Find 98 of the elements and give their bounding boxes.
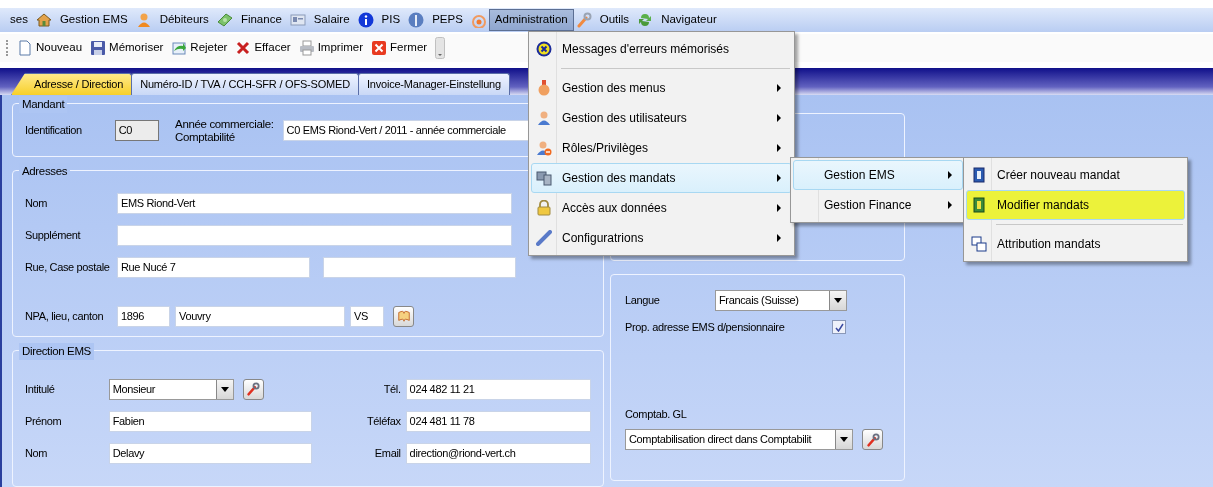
document-icon — [17, 40, 33, 56]
field-label: Identification — [25, 123, 83, 139]
input-field[interactable]: 024 482 11 21 — [405, 378, 591, 400]
toolbar-button[interactable]: Imprimer — [298, 39, 364, 57]
menu-item[interactable]: Gestion EMS — [793, 160, 963, 190]
field-label: Rue, Case postale — [25, 260, 111, 276]
toolbar-button[interactable]: Rejeter — [171, 39, 228, 57]
document-icon — [971, 197, 987, 213]
medal-icon — [536, 80, 552, 96]
wrench-icon — [865, 432, 880, 447]
money-icon — [216, 12, 233, 28]
field-label: Comptab. GL — [625, 406, 688, 422]
person-icon — [135, 12, 152, 28]
dropdown[interactable]: Francais (Suisse) — [715, 290, 847, 311]
menu-item[interactable]: Messages d'erreurs mémorisés — [531, 34, 792, 64]
printer-icon — [298, 40, 315, 56]
settings-button[interactable] — [862, 429, 883, 450]
house-icon — [35, 12, 52, 28]
plug-icon — [536, 230, 552, 246]
toolbar-button[interactable]: Nouveau — [17, 39, 83, 57]
menu-item[interactable]: Gestion Finance — [793, 190, 963, 220]
person-icon — [536, 140, 552, 156]
wrench-icon — [246, 382, 261, 397]
undo-icon — [171, 40, 188, 56]
tab[interactable]: Adresse / Direction — [11, 73, 133, 95]
tab[interactable]: Invoice-Manager-Einstellung — [357, 73, 510, 95]
signal-icon — [470, 12, 487, 28]
computer-icon — [536, 170, 552, 186]
wrench-icon — [575, 12, 592, 28]
input-field[interactable]: Vouvry — [175, 305, 345, 327]
input-field[interactable]: Fabien — [108, 410, 312, 432]
refresh-icon — [637, 12, 654, 28]
menu-item[interactable]: PIS — [375, 9, 407, 31]
menu-item[interactable]: Créer nouveau mandat — [966, 160, 1185, 190]
card-icon — [289, 12, 306, 28]
document-icon — [971, 167, 987, 183]
input-field[interactable] — [117, 224, 512, 246]
menu-item[interactable]: PEPS — [426, 9, 469, 31]
menu-item[interactable]: Finance — [234, 9, 288, 31]
input-field[interactable]: Rue Nucé 7 — [117, 256, 310, 278]
menu-item[interactable]: Débiteurs — [153, 9, 215, 31]
menu-item[interactable]: Gestion EMS — [53, 9, 134, 31]
dropdown[interactable]: Monsieur — [108, 378, 234, 400]
menu-item[interactable]: Accès aux données — [531, 193, 792, 223]
error-icon — [536, 41, 552, 57]
address-book-button[interactable] — [393, 305, 414, 327]
input-field[interactable]: C0 — [114, 120, 160, 142]
close-icon — [371, 40, 388, 56]
menu-item[interactable]: ses — [4, 9, 34, 31]
checkbox-label: Prop. adresse EMS d/pensionnaire — [625, 320, 786, 335]
info-icon — [357, 12, 374, 28]
person-icon — [536, 110, 552, 126]
tab[interactable]: Numéro-ID / TVA / CCH-SFR / OFS-SOMED — [131, 73, 359, 95]
group-title: Direction EMS — [19, 342, 94, 360]
field-label: NPA, lieu, canton — [25, 309, 105, 325]
field-label: Email — [373, 446, 401, 461]
menu-item[interactable]: Attribution mandats — [966, 229, 1185, 259]
input-field[interactable] — [323, 256, 516, 278]
input-field[interactable]: EMS Riond-Vert — [117, 192, 512, 214]
delete-icon — [235, 40, 252, 56]
field-label: Téléfax — [366, 414, 401, 429]
field-label: Supplément — [25, 228, 82, 244]
menu-item[interactable]: Navigateur — [655, 9, 723, 31]
tower-icon — [408, 12, 425, 28]
toolbar-button[interactable]: Effacer — [235, 39, 291, 57]
input-field[interactable]: VS — [350, 305, 384, 327]
dropdown[interactable]: Comptabilisation direct dans Comptabilit — [625, 429, 853, 450]
toolbar-button[interactable]: Fermer — [371, 39, 428, 57]
field-label: Nom — [25, 446, 49, 461]
input-field[interactable]: Delavy — [108, 442, 312, 464]
field-label: Langue — [625, 293, 661, 309]
field-label: Intitulé — [25, 382, 56, 397]
lock-icon — [536, 200, 552, 216]
caret-icon — [840, 437, 848, 442]
menu-item[interactable]: Salaire — [307, 9, 356, 31]
menu-item[interactable]: Gestion des menus — [531, 73, 792, 103]
checkbox[interactable] — [832, 320, 846, 335]
overflow-icon[interactable] — [435, 37, 446, 59]
field-label: Nom — [25, 196, 49, 212]
menu-item[interactable]: Administration — [488, 9, 574, 31]
caret-icon — [834, 298, 842, 303]
field-label: Prénom — [25, 414, 63, 429]
menu-item[interactable]: Configuratrions — [531, 223, 792, 253]
toolbar-button[interactable]: Mémoriser — [90, 39, 164, 57]
menu-item[interactable]: Outils — [593, 9, 636, 31]
menu-item[interactable]: Gestion des mandats — [531, 163, 792, 193]
input-field[interactable]: 024 481 11 78 — [405, 410, 591, 432]
settings-button[interactable] — [242, 378, 264, 400]
windows-icon — [971, 236, 987, 252]
input-field[interactable]: 1896 — [117, 305, 170, 327]
menu-item[interactable]: Modifier mandats — [966, 190, 1185, 220]
input-field[interactable]: direction@riond-vert.ch — [405, 442, 591, 464]
caret-icon — [220, 386, 229, 392]
field-label: Année commerciale: Comptabilité — [175, 118, 274, 144]
field-label: Tél. — [382, 382, 401, 397]
book-icon — [396, 309, 411, 324]
check-icon — [834, 322, 844, 332]
floppy-icon — [90, 40, 107, 56]
